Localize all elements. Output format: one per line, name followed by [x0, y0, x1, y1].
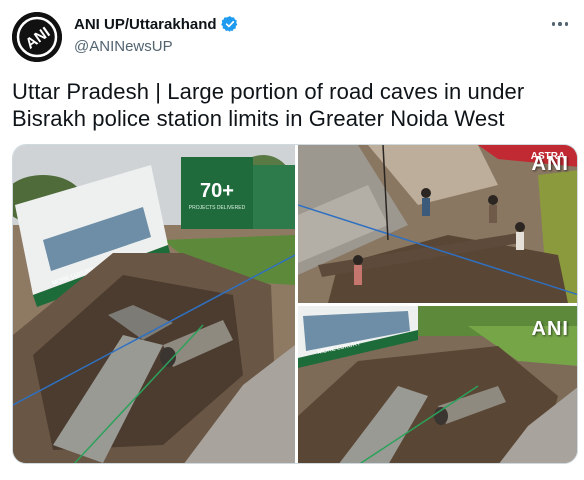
- ani-logo-icon: ANI: [12, 12, 62, 62]
- billboard-number: 70+: [200, 180, 234, 202]
- more-options-icon[interactable]: [548, 14, 572, 34]
- tweet-card[interactable]: ANI ANI UP/Uttarakhand @ANINewsUP Uttar …: [0, 0, 584, 480]
- media-grid: 70+ PROJECTS DELIVERED MORE LUXURY ASTRA…: [12, 144, 578, 464]
- avatar[interactable]: ANI: [12, 12, 62, 62]
- photo-road-collapse-close[interactable]: MORE LUXURY ANI: [298, 306, 577, 463]
- tweet-text-line: Bisrakh police station limits in Greater…: [12, 106, 505, 131]
- ani-watermark: ANI: [531, 318, 569, 340]
- author-display-name[interactable]: ANI UP/Uttarakhand: [74, 16, 217, 33]
- photo-workers-at-pit[interactable]: ASTRA ANI: [298, 145, 577, 303]
- photo-road-collapse-wide[interactable]: 70+ PROJECTS DELIVERED MORE LUXURY: [13, 145, 295, 463]
- ani-watermark: ANI: [531, 153, 569, 175]
- tweet-text-line: Uttar Pradesh | Large portion of road ca…: [12, 79, 525, 104]
- author-handle[interactable]: @ANINewsUP: [74, 38, 173, 55]
- tweet-text: Uttar Pradesh | Large portion of road ca…: [12, 78, 572, 132]
- verified-badge-icon: [220, 15, 239, 33]
- billboard-subtext: PROJECTS DELIVERED: [189, 205, 246, 211]
